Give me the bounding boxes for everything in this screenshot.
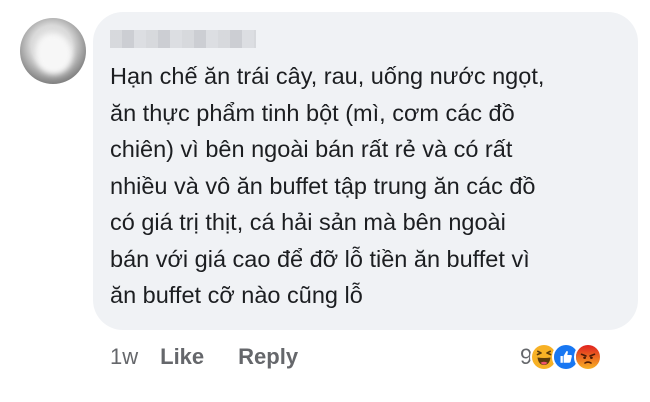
comment-line: nhiều và vô ăn buffet tập trung ăn các đ… — [110, 172, 536, 199]
comment-line: ăn thực phẩm tinh bột (mì, cơm các đồ — [110, 99, 515, 126]
avatar[interactable] — [20, 18, 86, 84]
reactions-summary[interactable]: 9 — [520, 343, 603, 371]
comment-text: Hạn chế ăn trái cây, rau, uống nước ngọt… — [110, 58, 630, 314]
timestamp-link[interactable]: 1w — [110, 344, 138, 370]
comment-line: ăn buffet cỡ nào cũng lỗ — [110, 282, 363, 308]
angry-icon — [574, 343, 603, 371]
comment-line: chiên) vì bên ngoài bán rất rẻ và có rất — [110, 136, 513, 162]
reply-button[interactable]: Reply — [238, 344, 298, 370]
like-button[interactable]: Like — [160, 344, 204, 370]
author-name-blurred[interactable] — [110, 30, 256, 48]
comment-screenshot: Hạn chế ăn trái cây, rau, uống nước ngọt… — [0, 0, 650, 402]
comment-line: bán với giá cao để đỡ lỗ tiền ăn buffet … — [110, 245, 530, 272]
comment-line: Hạn chế ăn trái cây, rau, uống nước ngọt… — [110, 63, 545, 89]
comment-line: có giá trị thịt, cá hải sản mà bên ngoài — [110, 209, 506, 235]
comment-actions: 1w Like Reply — [110, 343, 298, 371]
avatar-image — [36, 34, 72, 74]
